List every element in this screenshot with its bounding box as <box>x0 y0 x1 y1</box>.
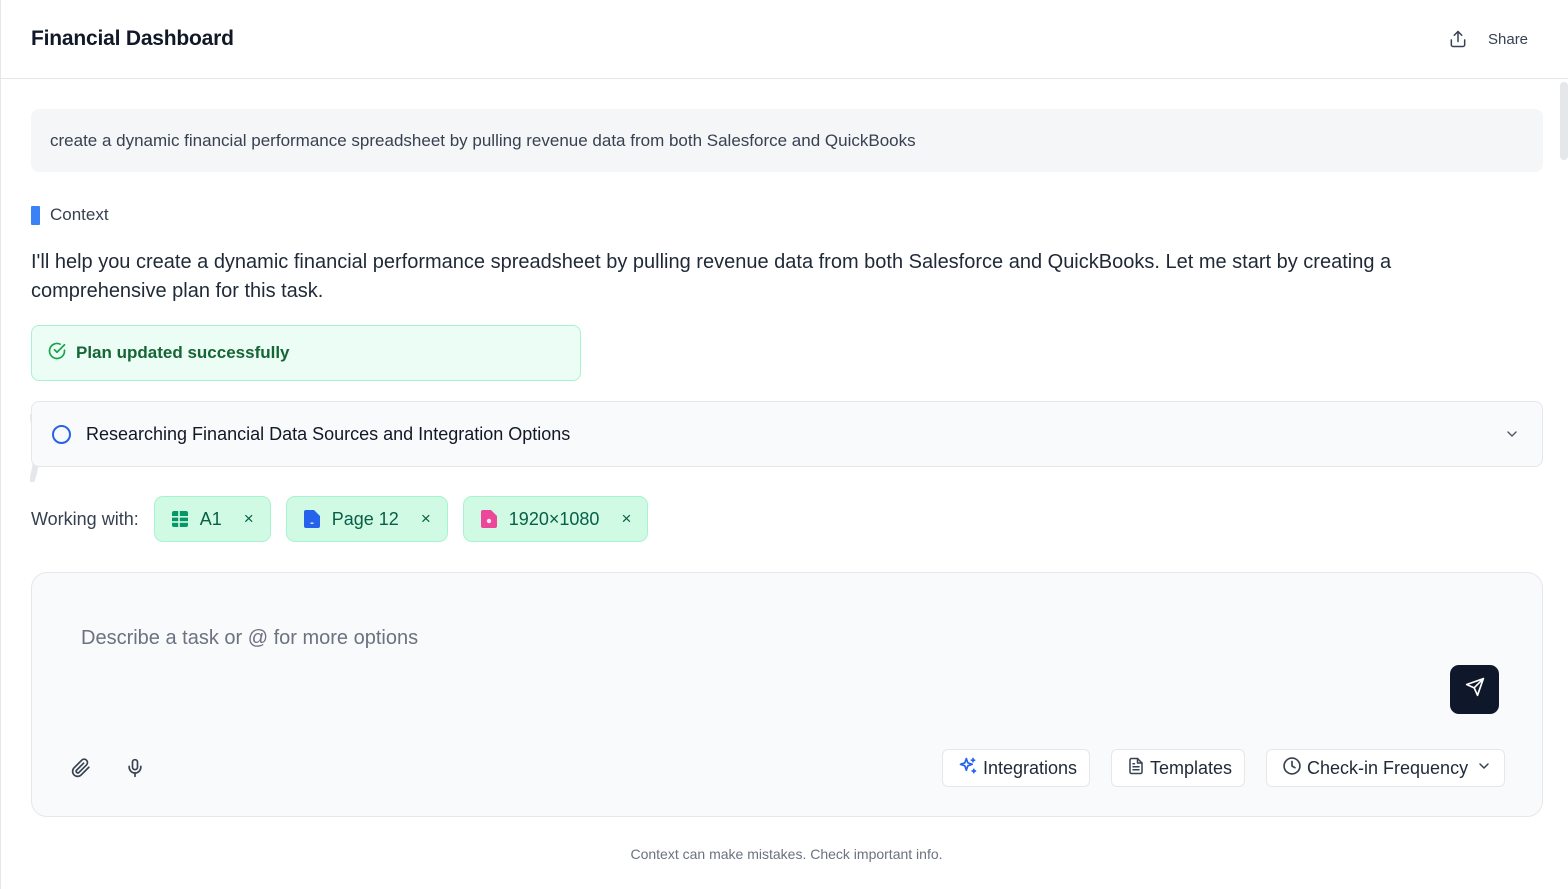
clock-icon <box>1282 756 1302 781</box>
check-circle-icon <box>47 341 67 366</box>
share-button[interactable]: Share <box>1441 22 1541 56</box>
checkin-frequency-label: Check-in Frequency <box>1307 757 1469 778</box>
sparkles-icon <box>958 756 978 781</box>
checkin-frequency-dropdown[interactable]: Check-in Frequency <box>1266 749 1506 787</box>
task-label: Researching Financial Data Sources and I… <box>86 424 571 444</box>
task-item[interactable]: Researching Financial Data Sources and I… <box>31 401 1543 467</box>
context-chip[interactable]: 1920×1080 × <box>462 496 649 542</box>
task-input[interactable] <box>81 623 1381 653</box>
document-icon <box>303 510 321 528</box>
composer: Integrations Templates Check-in Frequenc… <box>31 572 1543 817</box>
spreadsheet-icon <box>171 510 189 528</box>
context-chip[interactable]: A1 × <box>153 496 271 542</box>
user-message-text: create a dynamic financial performance s… <box>50 131 916 150</box>
disclaimer-text: Context can make mistakes. Check importa… <box>630 846 943 862</box>
upload-share-icon <box>1441 22 1475 56</box>
assistant-name: Context <box>50 205 109 224</box>
circle-icon <box>52 425 71 444</box>
scrollbar-thumb[interactable] <box>1560 82 1568 160</box>
templates-button[interactable]: Templates <box>1111 749 1246 787</box>
templates-label: Templates <box>1150 757 1233 778</box>
paperclip-icon[interactable] <box>69 756 93 780</box>
working-with-label: Working with: <box>31 508 139 529</box>
integrations-label: Integrations <box>983 757 1078 778</box>
context-chip[interactable]: Page 12 × <box>285 496 448 542</box>
assistant-message: I'll help you create a dynamic financial… <box>31 251 1392 302</box>
chevron-down-icon <box>1476 758 1492 779</box>
left-divider <box>0 0 1 889</box>
close-icon[interactable]: × <box>242 509 256 529</box>
integrations-button[interactable]: Integrations <box>942 749 1091 787</box>
file-text-icon <box>1127 756 1145 781</box>
chip-label: A1 <box>199 508 222 529</box>
status-label: Plan updated successfully <box>76 343 290 362</box>
close-icon[interactable]: × <box>419 509 433 529</box>
send-icon <box>1465 677 1485 702</box>
send-button[interactable] <box>1450 665 1499 714</box>
chevron-down-icon[interactable] <box>1504 426 1520 447</box>
chip-label: Page 12 <box>331 508 399 529</box>
assistant-label: Context <box>31 205 109 225</box>
share-label: Share <box>1488 30 1529 48</box>
close-icon[interactable]: × <box>619 509 633 529</box>
user-message: create a dynamic financial performance s… <box>31 109 1543 172</box>
chip-label: 1920×1080 <box>508 508 600 529</box>
working-with-bar: Working with: A1 × Page 12 × 1920×1080 × <box>31 496 663 542</box>
status-banner: Plan updated successfully <box>31 325 581 381</box>
assistant-accent-bar <box>31 205 40 225</box>
top-bar: Financial Dashboard Share <box>1 0 1568 79</box>
image-file-icon <box>480 510 498 528</box>
microphone-icon[interactable] <box>123 756 147 780</box>
page-title: Financial Dashboard <box>31 27 234 50</box>
